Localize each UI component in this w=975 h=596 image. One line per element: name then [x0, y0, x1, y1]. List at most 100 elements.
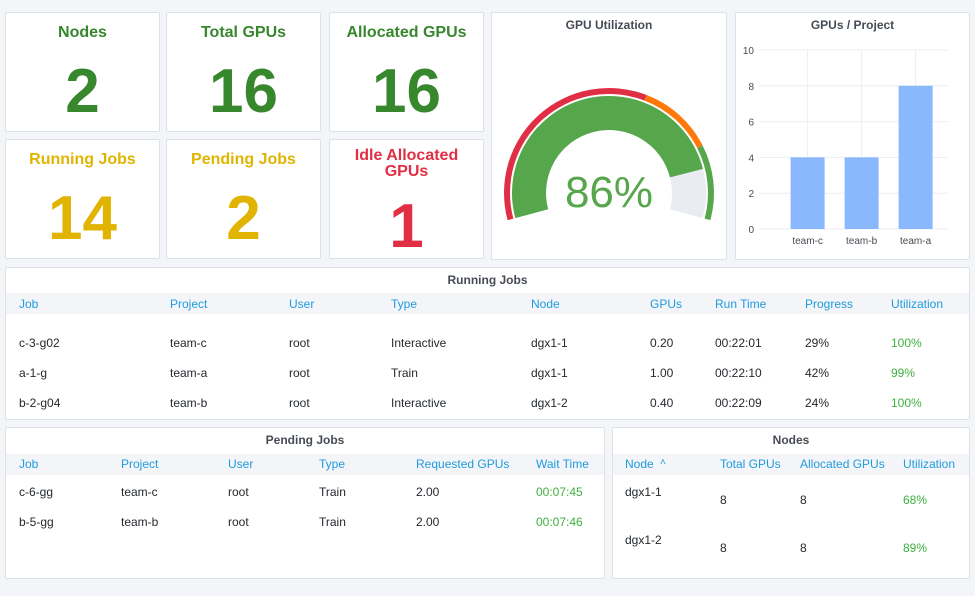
column-header-type[interactable]: Type: [319, 457, 345, 471]
table-cell: 8: [720, 493, 727, 507]
table-cell: root: [228, 515, 249, 529]
table-cell: 8: [800, 541, 807, 555]
stat-title: Running Jobs: [29, 151, 136, 168]
table-cell: 00:22:09: [715, 396, 762, 410]
running-jobs-panel: Running Jobs Job Project User Type Node GPUs R…: [5, 267, 970, 420]
table-cell: 1.00: [650, 366, 674, 380]
stat-title: Pending Jobs: [191, 151, 296, 168]
stat-panel: Pending Jobs 2: [166, 139, 321, 259]
table-cell: b-5-gg: [19, 515, 54, 529]
column-header-node[interactable]: Node: [625, 457, 654, 471]
table-cell: 100%: [891, 396, 922, 410]
table-cell: Train: [319, 515, 346, 529]
x-tick-label: team-b: [846, 236, 878, 247]
column-header-job[interactable]: Job: [19, 297, 38, 311]
table-cell: team-c: [170, 336, 207, 350]
table-cell: dgx1-2: [531, 396, 568, 410]
y-tick-label: 2: [748, 189, 754, 200]
table-cell: 100%: [891, 336, 922, 350]
column-header-user[interactable]: User: [228, 457, 253, 471]
table-cell: root: [289, 336, 310, 350]
table-cell: 00:22:01: [715, 336, 762, 350]
table-cell: team-a: [170, 366, 208, 380]
column-header-project[interactable]: Project: [121, 457, 158, 471]
column-header-gpus[interactable]: GPUs: [650, 297, 682, 311]
table-cell: Interactive: [391, 336, 447, 350]
column-header-user[interactable]: User: [289, 297, 314, 311]
table-cell: 68%: [903, 493, 928, 507]
y-tick-label: 6: [748, 118, 754, 129]
table-cell: 8: [800, 493, 807, 507]
gpus-per-project-panel: GPUs / Project 0 2 4 6 8 10 team-c team-b team-a: [735, 12, 970, 260]
x-tick-label: team-c: [792, 236, 823, 247]
stat-panel: Total GPUs 16: [166, 12, 321, 132]
bar-team-c: [790, 157, 825, 229]
table-cell: team-c: [121, 485, 158, 499]
column-header-type[interactable]: Type: [391, 297, 417, 311]
table-cell: a-1-g: [19, 366, 48, 380]
table-cell: 99%: [891, 366, 916, 380]
stat-title: Allocated GPUs: [346, 24, 467, 41]
y-tick-label: 8: [748, 82, 754, 93]
table-cell: 0.20: [650, 336, 674, 350]
stat-value: 1: [389, 192, 424, 261]
column-header-utilization[interactable]: Utilization: [891, 297, 943, 311]
table-cell: dgx1-1: [531, 336, 568, 350]
panel-title: Pending Jobs: [265, 433, 345, 447]
scroll-clip: [6, 314, 969, 318]
column-header-wait-time[interactable]: Wait Time: [536, 457, 589, 471]
column-header-total-gpus[interactable]: Total GPUs: [720, 457, 781, 471]
table-cell: 2.00: [416, 515, 440, 529]
table-cell: c-3-g02: [19, 336, 60, 350]
column-header-allocated-gpus[interactable]: Allocated GPUs: [800, 457, 885, 471]
column-header-job[interactable]: Job: [19, 457, 38, 471]
table-cell: 89%: [903, 541, 928, 555]
nodes-panel: Nodes Node Total GPUs Allocated GPUs Utiliz…: [612, 427, 970, 579]
table-cell: dgx1-1: [625, 485, 662, 499]
column-header-utilization[interactable]: Utilization: [903, 457, 955, 471]
x-tick-label: team-a: [900, 236, 932, 247]
table-cell: root: [228, 485, 249, 499]
table-cell: Interactive: [391, 396, 447, 410]
panel-title: Running Jobs: [447, 273, 528, 287]
y-tick-label: 10: [743, 46, 755, 57]
stat-panel: Nodes 2: [5, 12, 160, 132]
gauge-value: 86%: [564, 168, 654, 217]
stat-value: 14: [48, 184, 117, 253]
stat-title: Total GPUs: [200, 24, 287, 41]
bar-chart: 0 2 4 6 8 10 team-c team-b team-a: [743, 46, 948, 247]
table-cell: 00:07:46: [536, 515, 583, 529]
table-cell: 00:22:10: [715, 366, 762, 380]
column-header-requested-gpus[interactable]: Requested GPUs: [416, 457, 509, 471]
pending-jobs-panel: Pending Jobs Job Project User Type Requested…: [5, 427, 605, 579]
table-cell: 42%: [805, 366, 830, 380]
stat-title: Idle Allocated GPUs: [354, 147, 459, 180]
chevron-up-icon[interactable]: ˄: [660, 457, 666, 468]
table-cell: dgx1-1: [531, 366, 568, 380]
column-header-node[interactable]: Node: [531, 297, 560, 311]
table-cell: root: [289, 366, 310, 380]
stat-value: 16: [372, 57, 441, 126]
table-cell: 00:07:45: [536, 485, 583, 499]
table-cell: c-6-gg: [19, 485, 54, 499]
y-tick-label: 4: [748, 153, 754, 164]
table-cell: Train: [391, 366, 418, 380]
bar-team-b: [844, 157, 879, 229]
stat-panel: Running Jobs 14: [5, 139, 160, 259]
table-cell: dgx1-2: [625, 533, 662, 547]
stat-panel: Allocated GPUs 16: [329, 12, 484, 132]
table-cell: root: [289, 396, 310, 410]
column-header-run-time[interactable]: Run Time: [715, 297, 766, 311]
table-cell: 0.40: [650, 396, 674, 410]
table-cell: 8: [720, 541, 727, 555]
stat-panel: Idle Allocated GPUs 1: [329, 139, 484, 259]
y-tick-label: 0: [748, 225, 754, 236]
column-header-project[interactable]: Project: [170, 297, 207, 311]
gauge: [504, 87, 714, 221]
bar-team-a: [898, 85, 933, 229]
panel-title: Nodes: [772, 433, 810, 447]
table-cell: 24%: [805, 396, 830, 410]
stat-value: 16: [209, 57, 278, 126]
table-cell: 2.00: [416, 485, 440, 499]
column-header-progress[interactable]: Progress: [805, 297, 853, 311]
